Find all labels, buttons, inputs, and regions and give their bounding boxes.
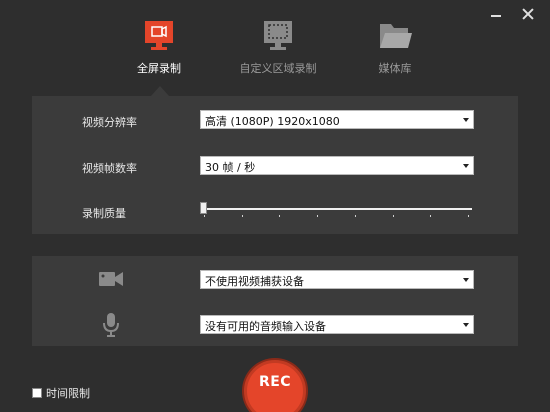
microphone-icon	[102, 312, 120, 342]
monitor-region-icon	[258, 20, 298, 52]
folder-icon	[375, 20, 415, 52]
microphone-value: 没有可用的音频输入设备	[205, 320, 326, 333]
resolution-select[interactable]: 高清 (1080P) 1920x1080	[200, 110, 474, 129]
screen-recorder-window: 全屏录制 自定义区域录制 媒体库 视频分辨率 高清 (1080P) 1920x1…	[0, 0, 550, 412]
chevron-down-icon	[463, 118, 469, 122]
minimize-button[interactable]	[488, 6, 504, 22]
chevron-down-icon	[463, 323, 469, 327]
microphone-select[interactable]: 没有可用的音频输入设备	[200, 315, 474, 334]
quality-slider-tick	[392, 215, 394, 217]
chevron-down-icon	[463, 278, 469, 282]
tab-media-library[interactable]: 媒体库	[360, 20, 430, 76]
active-tab-pointer	[151, 86, 169, 96]
quality-label: 录制质量	[82, 207, 126, 220]
quality-slider-tick	[430, 215, 432, 217]
resolution-label: 视频分辨率	[82, 116, 137, 129]
quality-slider-tick	[241, 215, 243, 217]
quality-slider-tick	[354, 215, 356, 217]
tab-custom-region-label: 自定义区域录制	[239, 62, 317, 75]
close-button[interactable]	[520, 6, 536, 22]
tab-fullscreen-record[interactable]: 全屏录制	[124, 20, 194, 76]
quality-slider-thumb[interactable]	[200, 202, 207, 214]
time-limit-checkbox-box[interactable]	[32, 388, 42, 398]
framerate-label: 视频帧数率	[82, 162, 137, 175]
video-settings-panel: 视频分辨率 高清 (1080P) 1920x1080 视频帧数率 30 帧 / …	[32, 96, 518, 234]
device-settings-panel: 不使用视频捕获设备 没有可用的音频输入设备	[32, 256, 518, 346]
time-limit-checkbox[interactable]: 时间限制	[32, 385, 90, 401]
framerate-select[interactable]: 30 帧 / 秒	[200, 156, 474, 175]
tab-custom-region-record[interactable]: 自定义区域录制	[228, 20, 328, 76]
resolution-value: 高清 (1080P) 1920x1080	[205, 115, 340, 128]
quality-slider-tick	[279, 215, 281, 217]
video-camera-icon	[98, 268, 124, 294]
framerate-value: 30 帧 / 秒	[205, 161, 256, 174]
tab-fullscreen-label: 全屏录制	[137, 62, 181, 75]
quality-slider-track	[203, 208, 472, 210]
quality-slider-tick	[204, 215, 205, 217]
time-limit-label: 时间限制	[46, 387, 90, 400]
record-button[interactable]: REC	[244, 360, 306, 412]
monitor-camera-icon	[139, 20, 179, 52]
quality-slider-tick	[317, 215, 319, 217]
camera-value: 不使用视频捕获设备	[205, 275, 304, 288]
chevron-down-icon	[463, 164, 469, 168]
quality-slider[interactable]	[200, 200, 472, 220]
record-button-label: REC	[258, 374, 292, 390]
camera-select[interactable]: 不使用视频捕获设备	[200, 270, 474, 289]
quality-slider-tick	[468, 215, 469, 217]
tab-media-library-label: 媒体库	[378, 62, 412, 75]
